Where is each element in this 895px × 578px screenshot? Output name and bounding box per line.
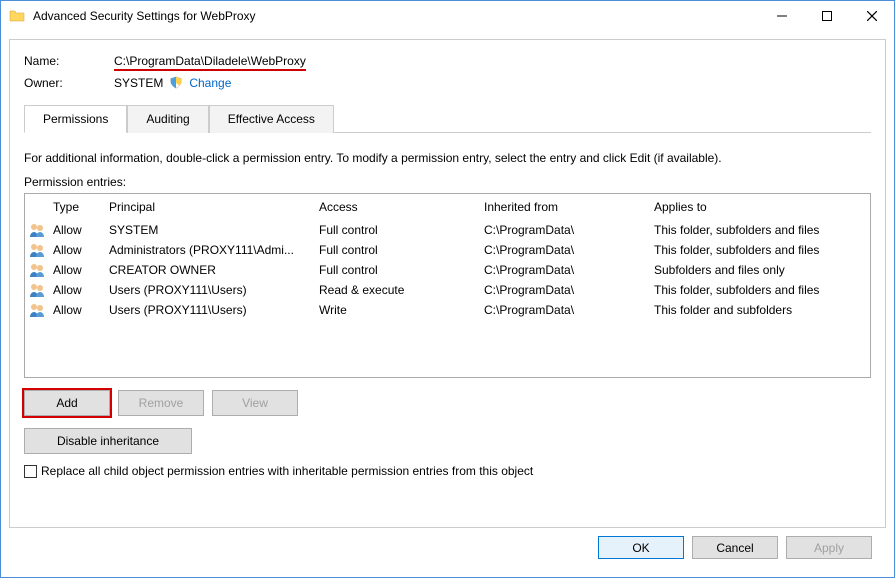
- cell-type: Allow: [53, 223, 109, 237]
- cell-access: Write: [319, 303, 484, 317]
- users-icon: [29, 242, 45, 258]
- ok-button[interactable]: OK: [598, 536, 684, 559]
- cell-applies: This folder, subfolders and files: [654, 243, 866, 257]
- security-settings-window: Advanced Security Settings for WebProxy …: [0, 0, 895, 578]
- table-row[interactable]: Allow Users (PROXY111\Users) Read & exec…: [25, 280, 870, 300]
- replace-children-checkbox[interactable]: [24, 465, 37, 478]
- cell-applies: This folder, subfolders and files: [654, 223, 866, 237]
- view-button[interactable]: View: [212, 390, 298, 416]
- cell-inherited: C:\ProgramData\: [484, 303, 654, 317]
- users-icon: [29, 262, 45, 278]
- cell-applies: This folder, subfolders and files: [654, 283, 866, 297]
- cancel-button[interactable]: Cancel: [692, 536, 778, 559]
- col-type[interactable]: Type: [53, 200, 109, 214]
- users-icon: [29, 282, 45, 298]
- cell-principal: Users (PROXY111\Users): [109, 303, 319, 317]
- apply-button[interactable]: Apply: [786, 536, 872, 559]
- cell-access: Read & execute: [319, 283, 484, 297]
- col-principal[interactable]: Principal: [109, 200, 319, 214]
- shield-icon: [169, 76, 183, 90]
- users-icon: [29, 302, 45, 318]
- object-path: C:\ProgramData\Diladele\WebProxy: [114, 54, 306, 71]
- maximize-button[interactable]: [804, 1, 849, 30]
- col-applies[interactable]: Applies to: [654, 200, 866, 214]
- window-controls: [759, 1, 894, 31]
- change-owner-link[interactable]: Change: [189, 76, 231, 90]
- entries-label: Permission entries:: [24, 175, 871, 189]
- tab-bar: Permissions Auditing Effective Access: [24, 104, 871, 132]
- close-button[interactable]: [849, 1, 894, 30]
- minimize-button[interactable]: [759, 1, 804, 30]
- tab-permissions[interactable]: Permissions: [24, 105, 127, 133]
- replace-children-label: Replace all child object permission entr…: [41, 464, 533, 478]
- remove-button[interactable]: Remove: [118, 390, 204, 416]
- folder-icon: [9, 8, 25, 24]
- cell-applies: This folder and subfolders: [654, 303, 866, 317]
- cell-type: Allow: [53, 243, 109, 257]
- table-row[interactable]: Allow Administrators (PROXY111\Admi... F…: [25, 240, 870, 260]
- users-icon: [29, 222, 45, 238]
- cell-inherited: C:\ProgramData\: [484, 283, 654, 297]
- col-inherited[interactable]: Inherited from: [484, 200, 654, 214]
- owner-label: Owner:: [24, 76, 114, 90]
- permission-entries-grid: Type Principal Access Inherited from App…: [24, 193, 871, 378]
- cell-access: Full control: [319, 243, 484, 257]
- name-label: Name:: [24, 54, 114, 68]
- cell-type: Allow: [53, 263, 109, 277]
- cell-type: Allow: [53, 303, 109, 317]
- info-text: For additional information, double-click…: [24, 151, 871, 165]
- table-row[interactable]: Allow Users (PROXY111\Users) Write C:\Pr…: [25, 300, 870, 320]
- window-title: Advanced Security Settings for WebProxy: [33, 9, 759, 23]
- add-button[interactable]: Add: [24, 390, 110, 416]
- cell-inherited: C:\ProgramData\: [484, 263, 654, 277]
- cell-access: Full control: [319, 223, 484, 237]
- cell-inherited: C:\ProgramData\: [484, 223, 654, 237]
- tab-auditing[interactable]: Auditing: [127, 105, 208, 133]
- tab-effective-access[interactable]: Effective Access: [209, 105, 334, 133]
- col-access[interactable]: Access: [319, 200, 484, 214]
- cell-principal: CREATOR OWNER: [109, 263, 319, 277]
- cell-principal: Administrators (PROXY111\Admi...: [109, 243, 319, 257]
- table-row[interactable]: Allow CREATOR OWNER Full control C:\Prog…: [25, 260, 870, 280]
- cell-inherited: C:\ProgramData\: [484, 243, 654, 257]
- disable-inheritance-button[interactable]: Disable inheritance: [24, 428, 192, 454]
- cell-type: Allow: [53, 283, 109, 297]
- cell-access: Full control: [319, 263, 484, 277]
- titlebar: Advanced Security Settings for WebProxy: [1, 1, 894, 31]
- cell-applies: Subfolders and files only: [654, 263, 866, 277]
- owner-value: SYSTEM: [114, 76, 163, 90]
- table-row[interactable]: Allow SYSTEM Full control C:\ProgramData…: [25, 220, 870, 240]
- cell-principal: Users (PROXY111\Users): [109, 283, 319, 297]
- dialog-footer: OK Cancel Apply: [9, 528, 886, 569]
- cell-principal: SYSTEM: [109, 223, 319, 237]
- grid-header: Type Principal Access Inherited from App…: [25, 194, 870, 220]
